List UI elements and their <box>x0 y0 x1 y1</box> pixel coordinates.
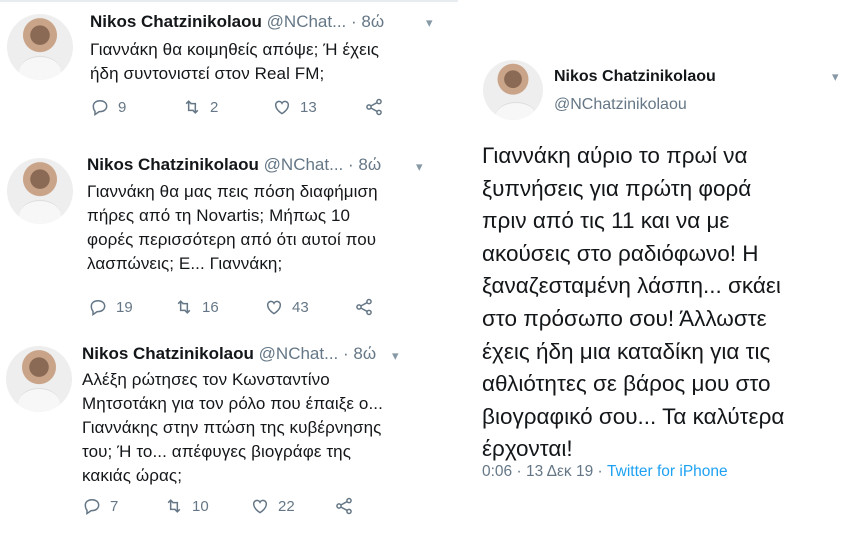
reply-button[interactable]: 19 <box>88 296 133 318</box>
tweet-text-line: πήρες από τη Novartis; Μήπως 10 <box>87 206 351 225</box>
tweet-time[interactable]: 8ώ <box>358 155 381 174</box>
expanded-tweet: Nikos Chatzinikolaou @NChatzinikolaou ▾ … <box>462 0 850 544</box>
avatar[interactable] <box>483 60 543 120</box>
tweet-header: Nikos Chatzinikolaou @NChat... · 8ώ <box>87 155 381 175</box>
like-icon <box>266 300 282 315</box>
tweet-text: Αλέξη ρώτησες τον Κωνσταντίνο Μητσοτάκη … <box>82 368 452 488</box>
tweet-text-line: λασπώνεις; Ε... Γιαννάκη; <box>87 254 283 273</box>
tweet-time[interactable]: 8ώ <box>353 344 376 363</box>
retweet-button[interactable]: 10 <box>164 495 209 517</box>
tweet-2[interactable]: Nikos Chatzinikolaou @NChat... · 8ώ ▾ Γι… <box>0 150 458 330</box>
tweet-time[interactable]: 8ώ <box>361 12 384 31</box>
tweet-text-line: Αλέξη ρώτησες τον Κωνσταντίνο <box>82 370 330 389</box>
tweet-text-line: ήδη συντονιστεί στον Real FM; <box>90 64 325 83</box>
tweet-text-line: Γιαννάκη θα μας πεις πόση διαφήμιση <box>87 182 378 201</box>
tweet-text: Γιαννάκη θα μας πεις πόση διαφήμιση πήρε… <box>87 180 447 276</box>
avatar[interactable] <box>7 158 73 224</box>
retweet-count: 16 <box>202 298 219 316</box>
chevron-down-icon[interactable]: ▾ <box>426 16 440 30</box>
retweet-icon <box>185 100 199 114</box>
author-name[interactable]: Nikos Chatzinikolaou <box>90 12 262 31</box>
tweet-text-line: αθλιότητες σε βάρος μου στο <box>482 371 771 397</box>
retweet-count: 10 <box>192 497 209 515</box>
author-handle[interactable]: @NChat... <box>267 12 347 31</box>
tweet-date: 13 Δεκ 19 <box>525 463 594 480</box>
avatar[interactable] <box>7 14 73 80</box>
tweet-text-line: στο πρόσωπο σου! Άλλωστε <box>482 305 767 331</box>
tweet-source-link[interactable]: Twitter for iPhone <box>607 463 728 480</box>
tweet-text-line: Μητσοτάκη για τον ρόλο που έπαιξε ο... <box>82 394 383 413</box>
share-button[interactable] <box>334 495 354 517</box>
separator-dot: · <box>597 463 603 480</box>
tweet-text-line: βιογραφικό σου... Τα καλύτερα <box>482 403 785 429</box>
author-name[interactable]: Nikos Chatzinikolaou <box>82 344 254 363</box>
tweet-actions: 19 16 43 <box>88 296 388 318</box>
like-count: 43 <box>292 298 309 316</box>
like-count: 22 <box>278 497 295 515</box>
retweet-count: 2 <box>210 98 219 116</box>
reply-count: 7 <box>110 497 119 515</box>
retweet-icon <box>177 300 191 314</box>
avatar[interactable] <box>6 346 72 412</box>
reply-icon <box>90 299 106 316</box>
reply-icon <box>84 498 100 515</box>
share-button[interactable] <box>354 296 374 318</box>
tweet-text-line: του; Ή το... απέφυγες βιογράφε της <box>82 442 352 461</box>
tweet-text-line: Γιαννάκης στην πτώση της κυβέρνησης <box>82 418 382 437</box>
tweet-text-line: ακούσεις στο ραδιόφωνο! Η <box>482 240 759 266</box>
tweet-header: Nikos Chatzinikolaou @NChat... · 8ώ <box>82 344 376 364</box>
like-button[interactable]: 13 <box>272 96 317 118</box>
tweet-header: Nikos Chatzinikolaou @NChat... · 8ώ <box>90 12 384 32</box>
tweet-meta: 0:06 · 13 Δεκ 19 · Twitter for iPhone <box>482 463 728 481</box>
retweet-icon <box>167 499 181 513</box>
reply-icon <box>92 99 108 116</box>
author-name[interactable]: Nikos Chatzinikolaou <box>554 68 716 86</box>
tweet-time: 0:06 <box>482 463 513 480</box>
tweet-text: Γιαννάκη θα κοιμηθείς απόψε; Ή έχεις ήδη… <box>90 38 450 86</box>
tweet-text-line: Γιαννάκη θα κοιμηθείς απόψε; Ή έχεις <box>90 40 380 59</box>
tweet-text-line: φορές περισσότερη από ότι αυτοί που <box>87 230 377 249</box>
chevron-down-icon[interactable]: ▾ <box>416 160 430 174</box>
like-count: 13 <box>300 98 317 116</box>
left-column: Nikos Chatzinikolaou @NChat... · 8ώ ▾ Γι… <box>0 0 458 544</box>
separator-dot: · <box>348 155 354 174</box>
separator-dot: · <box>516 463 522 480</box>
tweet-text-line: πριν από τις 11 και να με <box>482 208 730 234</box>
reply-count: 19 <box>116 298 133 316</box>
tweet-text: Γιαννάκη αύριο το πρωί να ξυπνήσεις για … <box>482 140 842 466</box>
author-handle[interactable]: @NChat... <box>259 344 339 363</box>
like-button[interactable]: 22 <box>250 495 295 517</box>
like-icon <box>274 100 290 115</box>
tweet-text-line: έχεις ήδη μια καταδίκη για τις <box>482 338 771 364</box>
separator-dot: · <box>343 344 349 363</box>
tweet-text-line: έρχονται! <box>482 436 573 462</box>
reply-button[interactable]: 9 <box>90 96 126 118</box>
tweet-actions: 9 2 13 <box>90 96 390 118</box>
tweet-3[interactable]: Nikos Chatzinikolaou @NChat... · 8ώ ▾ Αλ… <box>0 340 458 544</box>
tweet-1[interactable]: Nikos Chatzinikolaou @NChat... · 8ώ ▾ Γι… <box>0 0 458 130</box>
tweet-text-line: κακιάς ώρας; <box>82 466 183 485</box>
share-button[interactable] <box>364 96 384 118</box>
share-icon <box>356 298 372 316</box>
tweet-text-line: ξυπνήσεις για πρώτη φορά <box>482 175 752 201</box>
share-icon <box>336 497 352 515</box>
reply-count: 9 <box>118 98 127 116</box>
separator-dot: · <box>351 12 357 31</box>
like-button[interactable]: 43 <box>264 296 309 318</box>
reply-button[interactable]: 7 <box>82 495 118 517</box>
author-handle[interactable]: @NChat... <box>264 155 344 174</box>
share-icon <box>366 98 382 116</box>
retweet-button[interactable]: 16 <box>174 296 219 318</box>
tweet-text-line: ξαναζεσταμένη λάσπη... σκάει <box>482 273 781 299</box>
chevron-down-icon[interactable]: ▾ <box>392 349 406 363</box>
like-icon <box>252 499 268 514</box>
chevron-down-icon[interactable]: ▾ <box>832 70 846 84</box>
tweet-actions: 7 10 22 <box>82 495 382 517</box>
tweet-text-line: Γιαννάκη αύριο το πρωί να <box>482 143 748 168</box>
author-name[interactable]: Nikos Chatzinikolaou <box>87 155 259 174</box>
author-handle[interactable]: @NChatzinikolaou <box>554 96 687 114</box>
retweet-button[interactable]: 2 <box>182 96 218 118</box>
